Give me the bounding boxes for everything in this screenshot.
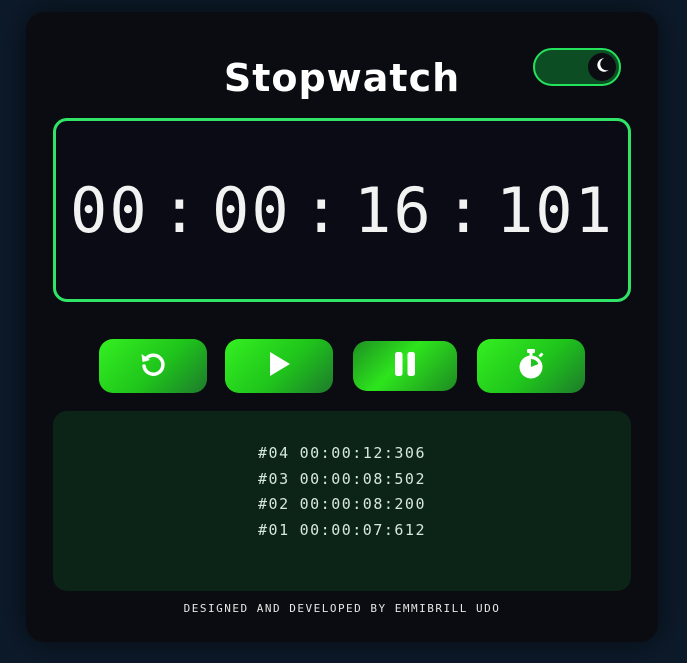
toggle-knob	[588, 53, 616, 81]
reset-button[interactable]	[99, 339, 207, 393]
footer-credit: DESIGNED AND DEVELOPED BY EMMIBRILL UDO	[183, 602, 501, 615]
stopwatch-icon	[516, 348, 546, 384]
play-button[interactable]	[225, 339, 333, 393]
time-separator: :	[302, 173, 342, 247]
time-separator: :	[444, 173, 484, 247]
stopwatch-card: Stopwatch 00:00:16:101 #04 00:00:12:306 …	[26, 12, 658, 642]
lap-number: #04	[258, 444, 290, 462]
moon-icon	[593, 56, 611, 78]
lap-time: 00:00:08:200	[299, 495, 426, 513]
play-icon	[264, 349, 294, 383]
list-item: #03 00:00:08:502	[53, 467, 631, 493]
pause-icon	[392, 350, 418, 382]
hours-value: 00	[70, 173, 149, 247]
lap-time: 00:00:08:502	[299, 469, 426, 488]
list-item: #02 00:00:08:200	[53, 492, 631, 518]
lap-time: 00:00:07:612	[299, 520, 426, 539]
lap-number: #01	[258, 520, 290, 539]
laps-panel: #04 00:00:12:306 #03 00:00:08:502 #02 00:00…	[53, 411, 631, 591]
lap-number: #03	[258, 469, 290, 488]
lap-time: 00:00:12:306	[299, 444, 426, 462]
list-item: #04 00:00:12:306	[53, 441, 631, 467]
list-item: #01 00:00:07:612	[53, 518, 631, 544]
milliseconds-value: 101	[495, 173, 614, 247]
time-separator: :	[160, 173, 201, 247]
pause-button[interactable]	[353, 341, 457, 391]
lap-button[interactable]	[477, 339, 585, 393]
time-readout: 00:00:16:101	[70, 174, 614, 247]
theme-toggle[interactable]	[533, 48, 621, 86]
seconds-value: 16	[354, 173, 433, 247]
lap-number: #02	[258, 495, 290, 513]
minutes-value: 00	[212, 173, 291, 247]
time-display: 00:00:16:101	[53, 118, 631, 302]
lap-list: #04 00:00:12:306 #03 00:00:08:502 #02 00:00…	[53, 441, 631, 543]
reset-icon	[137, 348, 169, 384]
